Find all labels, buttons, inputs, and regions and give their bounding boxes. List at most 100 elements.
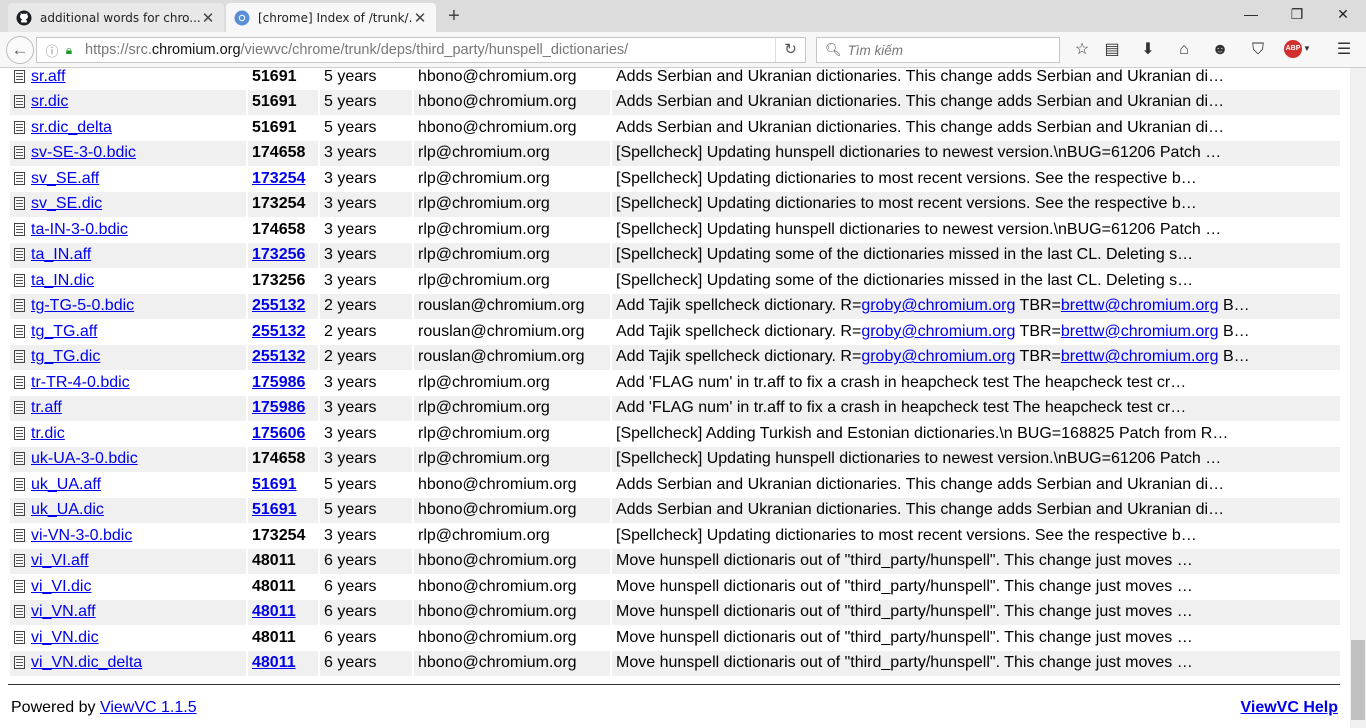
search-bar[interactable]: 🔍︎ Tìm kiếm [816, 37, 1060, 63]
file-link[interactable]: tg_TG.aff [31, 323, 97, 340]
file-link[interactable]: sv_SE.dic [31, 195, 102, 212]
file-icon[interactable] [14, 656, 25, 670]
file-icon[interactable] [14, 248, 25, 262]
info-icon[interactable]: ⓘ [43, 41, 61, 60]
file-link[interactable]: tr.dic [31, 425, 65, 442]
file-icon[interactable] [14, 95, 25, 109]
revision-link[interactable]: 173254 [252, 170, 305, 187]
file-icon[interactable] [14, 528, 25, 542]
tab-github[interactable]: additional words for chro... ✕ [8, 3, 224, 32]
url-text[interactable]: https://src.chromium.org/viewvc/chrome/t… [85, 42, 628, 58]
reviewer-link[interactable]: groby@chromium.org [861, 297, 1015, 314]
file-icon[interactable] [14, 579, 25, 593]
revision-link[interactable]: 175606 [252, 425, 305, 442]
revision-link[interactable]: 255132 [252, 348, 305, 365]
revision-link[interactable]: 255132 [252, 323, 305, 340]
file-link[interactable]: vi_VI.aff [31, 552, 89, 569]
file-icon[interactable] [14, 554, 25, 568]
file-icon[interactable] [14, 69, 25, 83]
file-icon[interactable] [14, 171, 25, 185]
file-link[interactable]: vi_VI.dic [31, 578, 91, 595]
file-icon[interactable] [14, 120, 25, 134]
file-icon[interactable] [14, 477, 25, 491]
scrollbar-thumb[interactable] [1351, 640, 1365, 720]
file-icon[interactable] [14, 146, 25, 160]
home-icon[interactable]: ⌂ [1172, 38, 1196, 62]
file-link[interactable]: sr.dic_delta [31, 119, 112, 136]
file-icon[interactable] [14, 375, 25, 389]
file-link[interactable]: sv_SE.aff [31, 170, 99, 187]
file-icon[interactable] [14, 605, 25, 619]
file-link[interactable]: vi_VN.aff [31, 603, 96, 620]
log-cell: [Spellcheck] Updating dictionaries to mo… [616, 526, 1197, 544]
menu-icon[interactable]: ☰ [1332, 38, 1356, 62]
file-link[interactable]: uk_UA.dic [31, 501, 104, 518]
restore-icon[interactable]: ❐ [1274, 0, 1320, 30]
log-cell: [Spellcheck] Updating some of the dictio… [616, 271, 1194, 289]
revision-link[interactable]: 175986 [252, 374, 305, 391]
file-icon[interactable] [14, 324, 25, 338]
file-link[interactable]: ta-IN-3-0.bdic [31, 221, 128, 238]
smiley-icon[interactable]: ☻ [1208, 38, 1232, 62]
downloads-icon[interactable]: ⬇ [1136, 38, 1160, 62]
url-bar[interactable]: ⓘ 🔒︎ https://src.chromium.org/viewvc/chr… [36, 37, 806, 63]
file-link[interactable]: vi_VN.dic_delta [31, 654, 142, 671]
close-tab-icon[interactable]: ✕ [200, 9, 216, 27]
file-icon[interactable] [14, 426, 25, 440]
revision-link[interactable]: 255132 [252, 297, 305, 314]
file-icon[interactable] [14, 273, 25, 287]
file-icon[interactable] [14, 401, 25, 415]
reading-list-icon[interactable]: ▤ [1100, 38, 1124, 62]
revision-link[interactable]: 48011 [252, 654, 296, 671]
file-link[interactable]: vi_VN.dic [31, 629, 99, 646]
vertical-scrollbar[interactable] [1350, 68, 1366, 728]
file-link[interactable]: sr.dic [31, 93, 68, 110]
file-link[interactable]: sv-SE-3-0.bdic [31, 144, 136, 161]
pocket-icon[interactable]: ⛉ [1246, 38, 1270, 62]
file-link[interactable]: tr-TR-4-0.bdic [31, 374, 130, 391]
file-cell: tg_TG.aff [10, 319, 246, 345]
reviewer-link[interactable]: groby@chromium.org [861, 323, 1015, 340]
file-link[interactable]: ta_IN.dic [31, 272, 94, 289]
file-link[interactable]: tr.aff [31, 399, 62, 416]
author-cell: rlp@chromium.org [414, 242, 610, 268]
tbr-link[interactable]: brettw@chromium.org [1061, 323, 1219, 340]
revision-cell: 51691 [248, 115, 318, 141]
file-icon[interactable] [14, 222, 25, 236]
file-icon[interactable] [14, 630, 25, 644]
back-button[interactable]: ← [6, 36, 34, 64]
file-link[interactable]: uk_UA.aff [31, 476, 101, 493]
reviewer-link[interactable]: groby@chromium.org [861, 348, 1015, 365]
revision-link[interactable]: 48011 [252, 603, 296, 620]
tab-chromium[interactable]: [chrome] Index of /trunk/... ✕ [226, 3, 436, 32]
file-icon[interactable] [14, 299, 25, 313]
file-link[interactable]: vi-VN-3-0.bdic [31, 527, 132, 544]
minimize-icon[interactable]: — [1228, 0, 1274, 30]
age-cell: 3 years [320, 446, 412, 472]
file-link[interactable]: sr.aff [31, 68, 65, 85]
revision-link[interactable]: 51691 [252, 476, 297, 493]
lock-icon[interactable]: 🔒︎ [61, 43, 77, 58]
close-window-icon[interactable]: ✕ [1320, 0, 1366, 30]
adblock-icon[interactable]: ABP [1284, 40, 1302, 58]
revision-link[interactable]: 173256 [252, 246, 305, 263]
close-tab-icon[interactable]: ✕ [412, 9, 428, 27]
tbr-link[interactable]: brettw@chromium.org [1061, 348, 1219, 365]
bookmark-star-icon[interactable]: ☆ [1070, 38, 1094, 62]
file-icon[interactable] [14, 503, 25, 517]
file-icon[interactable] [14, 197, 25, 211]
file-link[interactable]: ta_IN.aff [31, 246, 91, 263]
file-link[interactable]: tg_TG.dic [31, 348, 100, 365]
new-tab-button[interactable]: + [444, 5, 464, 27]
reload-icon[interactable]: ↻ [775, 38, 805, 62]
revision-link[interactable]: 175986 [252, 399, 305, 416]
file-icon[interactable] [14, 452, 25, 466]
tbr-link[interactable]: brettw@chromium.org [1061, 297, 1219, 314]
viewvc-help-link[interactable]: ViewVC Help [1240, 699, 1338, 716]
file-link[interactable]: tg-TG-5-0.bdic [31, 297, 134, 314]
file-icon[interactable] [14, 350, 25, 364]
revision-link[interactable]: 51691 [252, 501, 297, 518]
chevron-down-icon[interactable]: ▼ [1303, 44, 1311, 53]
file-link[interactable]: uk-UA-3-0.bdic [31, 450, 138, 467]
viewvc-version-link[interactable]: ViewVC 1.1.5 [100, 699, 197, 716]
